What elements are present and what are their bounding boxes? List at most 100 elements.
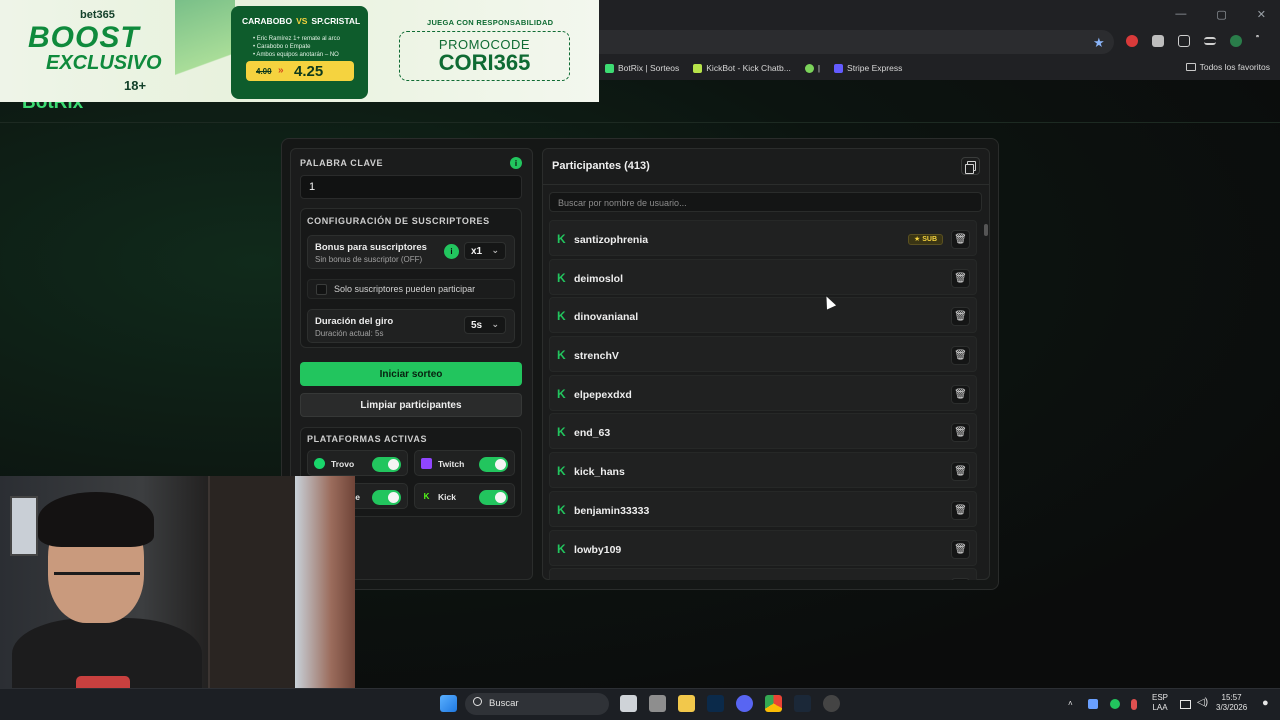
keyword-input[interactable]: 1 (300, 175, 522, 199)
scrollbar-thumb[interactable] (984, 224, 988, 236)
puzzle-icon[interactable] (1178, 35, 1190, 47)
participant-row[interactable]: K🗑 (549, 568, 977, 580)
bookmarks-bar: BotRix | Sorteos KickBot - Kick Chatb...… (599, 58, 1280, 78)
participant-row[interactable]: KstrenchV 🗑 (549, 336, 977, 373)
app-icon[interactable] (649, 695, 666, 712)
participant-row[interactable]: Kkick_hans 🗑 (549, 452, 977, 489)
notifications-icon[interactable]: ● (1262, 698, 1269, 709)
trash-icon[interactable]: 🗑 (951, 578, 970, 580)
bookmark-unnamed[interactable]: | (804, 63, 821, 73)
trash-icon[interactable]: 🗑 (951, 346, 970, 366)
close-icon[interactable]: ✕ (1257, 8, 1266, 21)
participant-row[interactable]: Kelpepexdxd 🗑 (549, 374, 977, 411)
participant-row[interactable]: Kbenjamin33333 🗑 (549, 490, 977, 527)
photoshop-icon[interactable] (707, 695, 724, 712)
participant-name: strenchV (574, 350, 619, 363)
menu-lines-icon[interactable] (1204, 37, 1216, 45)
tray-app-icon[interactable] (1110, 699, 1120, 709)
trash-icon[interactable]: 🗑 (951, 500, 970, 520)
window-controls: — ▢ ✕ (1175, 8, 1266, 21)
trovo-icon (314, 458, 325, 469)
bookmark-label: | (817, 63, 821, 73)
clock-date: 3/3/2026 (1216, 703, 1248, 712)
bookmark-star-icon[interactable]: ★ (1093, 35, 1105, 51)
task-view-icon[interactable] (620, 695, 637, 712)
tray-chevron-icon[interactable]: ˄ (1068, 699, 1073, 709)
streamer-hair (38, 492, 154, 547)
ad-line: • Ambos equipos anotarán – NO (253, 52, 339, 58)
extension-red-icon[interactable] (1126, 35, 1138, 47)
search-icon (473, 697, 482, 706)
ad-old-odds: 4.00 (256, 67, 272, 76)
file-explorer-icon[interactable] (678, 695, 695, 712)
ad-odds: 4.00 » 4.25 (246, 61, 354, 81)
kebab-menu-icon[interactable] (1256, 35, 1259, 47)
trash-icon[interactable]: 🗑 (951, 423, 970, 443)
bonus-multiplier-select[interactable]: x1 ⌄ (464, 242, 506, 260)
participant-row[interactable]: Kdeimoslol 🗑 (549, 258, 977, 295)
clock[interactable]: 15:57 3/3/2026 (1216, 693, 1247, 713)
bonus-info-icon[interactable]: i (444, 244, 459, 259)
trash-icon[interactable]: 🗑 (951, 230, 970, 249)
start-raffle-button[interactable]: Iniciar sorteo (300, 362, 522, 386)
participants-list: Ksantizophrenia ★ SUB 🗑 Kdeimoslol 🗑 Kdinovan… (549, 220, 977, 580)
subscribers-only-option[interactable]: Solo suscriptores pueden participar (307, 279, 515, 299)
language-indicator[interactable]: ESP LAA (1152, 693, 1168, 713)
youtube-toggle[interactable] (372, 490, 401, 505)
bonus-title: Bonus para suscriptores (315, 242, 427, 253)
steam-icon[interactable] (794, 695, 811, 712)
bookmark-botrix[interactable]: BotRix | Sorteos (605, 63, 679, 73)
participant-name: deimoslol (574, 272, 624, 285)
profile-avatar[interactable] (1230, 35, 1242, 47)
kick-toggle[interactable] (479, 490, 508, 505)
trash-icon[interactable]: 🗑 (951, 268, 970, 288)
participant-row[interactable]: Klowby109 🗑 (549, 529, 977, 566)
maximize-icon[interactable]: ▢ (1216, 8, 1226, 21)
all-bookmarks[interactable]: Todos los favoritos (1185, 62, 1270, 72)
trash-icon[interactable]: 🗑 (951, 307, 970, 327)
participant-row[interactable]: Ksantizophrenia ★ SUB 🗑 (549, 220, 977, 256)
clear-participants-button[interactable]: Limpiar participantes (300, 393, 522, 417)
start-menu-icon[interactable] (440, 695, 457, 712)
microphone (76, 676, 130, 688)
participant-name: end_63 (574, 427, 611, 440)
bookmark-kickbot[interactable]: KickBot - Kick Chatb... (693, 63, 791, 73)
trash-icon[interactable]: 🗑 (951, 462, 970, 482)
participant-row[interactable]: Kdinovanianal 🗑 (549, 297, 977, 334)
subscriber-config-label: CONFIGURACIÓN DE SUSCRIPTORES (307, 216, 490, 226)
kick-icon: K (557, 386, 566, 401)
kick-icon: K (557, 502, 566, 517)
duration-select[interactable]: 5s ⌄ (464, 316, 506, 334)
volume-icon[interactable]: ◁) (1197, 698, 1208, 708)
participant-search-input[interactable]: Buscar por nombre de usuario... (549, 192, 982, 212)
taskbar-search[interactable]: Buscar (465, 693, 609, 715)
ad-banner[interactable]: bet365 BOOST EXCLUSIVO 18+ CARABOBO VS SP.… (0, 0, 599, 102)
network-icon[interactable] (1180, 700, 1191, 709)
address-bar[interactable] (599, 30, 1114, 54)
copy-icon[interactable] (961, 157, 980, 175)
ad-subheadline: EXCLUSIVO (46, 52, 162, 74)
info-icon[interactable]: i (510, 157, 522, 169)
extension-gray-icon[interactable] (1152, 35, 1164, 47)
trash-icon[interactable]: 🗑 (951, 384, 970, 404)
participant-row[interactable]: Kend_63 🗑 (549, 413, 977, 450)
tray-app-icon[interactable] (1088, 699, 1098, 709)
minimize-icon[interactable]: — (1175, 8, 1186, 21)
bookmark-stripe[interactable]: Stripe Express (834, 63, 902, 73)
discord-icon[interactable] (736, 695, 753, 712)
platform-kick: K Kick (414, 483, 515, 509)
subscribers-only-label: Solo suscriptores pueden participar (334, 284, 476, 294)
ad-brand: bet365 (80, 9, 115, 21)
ad-team-away: SP.CRISTAL (311, 16, 361, 26)
participants-scrollbar[interactable] (984, 222, 988, 578)
kick-icon: K (557, 309, 566, 324)
platform-trovo: Trovo (307, 450, 408, 476)
twitch-toggle[interactable] (479, 457, 508, 472)
trash-icon[interactable]: 🗑 (951, 539, 970, 559)
subscribers-only-checkbox[interactable] (316, 284, 327, 295)
trovo-toggle[interactable] (372, 457, 401, 472)
all-bookmarks-label: Todos los favoritos (1199, 62, 1270, 72)
obs-icon[interactable] (823, 695, 840, 712)
chrome-icon[interactable] (765, 695, 782, 712)
microphone-icon[interactable] (1131, 699, 1137, 710)
